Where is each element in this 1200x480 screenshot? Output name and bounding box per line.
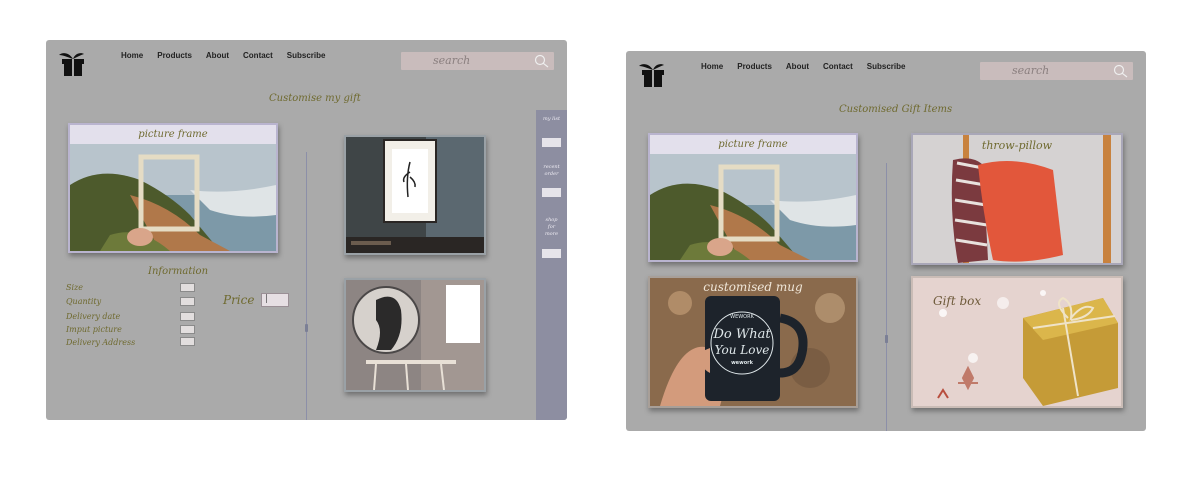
delivery-address-label: Delivery Address (66, 338, 136, 347)
information-heading: Information (148, 266, 209, 277)
resize-handle-secondary[interactable] (885, 335, 888, 343)
wall-frame-card[interactable] (344, 135, 486, 255)
gift-logo-icon[interactable] (637, 61, 667, 87)
throw-pillow-card[interactable]: throw-pillow (911, 133, 1123, 265)
search-icon[interactable] (1113, 64, 1129, 78)
throw-pillow-label: throw-pillow (981, 139, 1053, 152)
nav-home[interactable]: Home (121, 51, 143, 60)
throw-pillow-image (913, 135, 1121, 263)
search-icon[interactable] (534, 54, 550, 68)
picture-frame-card[interactable]: picture frame (68, 123, 278, 253)
sidebar-shop-more-box[interactable] (542, 249, 561, 258)
search-placeholder: search (433, 54, 471, 67)
customised-mug-label: customised mug (703, 280, 803, 294)
nav-contact[interactable]: Contact (823, 62, 853, 71)
price-cursor: | (265, 294, 269, 304)
size-label: Size (66, 283, 83, 292)
cafe-portrait-card[interactable] (344, 278, 486, 392)
sidebar-shop-more[interactable]: shop for more (536, 217, 567, 238)
customise-gift-page: Home Products About Contact Subscribe se… (46, 40, 567, 420)
nav-products[interactable]: Products (737, 62, 772, 71)
quantity-label: Quantity (66, 297, 102, 306)
search-input[interactable]: search (980, 62, 1133, 80)
input-picture-label: Imput picture (66, 325, 122, 334)
page-title: Customise my gift (269, 93, 361, 104)
input-picture-field[interactable] (180, 325, 195, 334)
picture-frame-label: picture frame (650, 135, 856, 154)
sidebar-my-list[interactable]: my list (536, 116, 567, 123)
picture-frame-label: picture frame (70, 125, 276, 144)
customised-mug-card[interactable]: WEWORK Do What You Love wework customise… (648, 276, 858, 408)
sidebar-my-list-box[interactable] (542, 138, 561, 147)
nav-subscribe[interactable]: Subscribe (287, 51, 326, 60)
resize-handle[interactable] (305, 324, 308, 332)
nav-about[interactable]: About (786, 62, 809, 71)
delivery-address-field[interactable] (180, 337, 195, 346)
main-nav: Home Products About Contact Subscribe (121, 51, 325, 60)
size-field[interactable] (180, 283, 195, 292)
gift-box-card[interactable]: Gift box (911, 276, 1123, 408)
customised-mug-image: WEWORK Do What You Love wework (650, 278, 856, 406)
gift-logo-icon[interactable] (57, 50, 87, 76)
nav-home[interactable]: Home (701, 62, 723, 71)
picture-frame-card[interactable]: picture frame (648, 133, 858, 262)
nav-subscribe[interactable]: Subscribe (867, 62, 906, 71)
delivery-date-label: Delivery date (66, 312, 121, 321)
search-placeholder: search (1012, 64, 1050, 77)
mug-brand-top: WEWORK (730, 314, 754, 320)
nav-products[interactable]: Products (157, 51, 192, 60)
page-title: Customised Gift Items (839, 104, 953, 115)
mug-line-1: Do What (712, 327, 771, 342)
nav-contact[interactable]: Contact (243, 51, 273, 60)
quantity-field[interactable] (180, 297, 195, 306)
sidebar-recent-order-box[interactable] (542, 188, 561, 197)
column-divider (886, 163, 887, 431)
mug-brand: wework (731, 360, 754, 366)
delivery-date-field[interactable] (180, 312, 195, 321)
nav-about[interactable]: About (206, 51, 229, 60)
search-input[interactable]: search (401, 52, 554, 70)
sidebar-recent-order[interactable]: recent order (536, 164, 567, 178)
price-field[interactable]: | (261, 293, 289, 307)
customised-gift-items-page: Home Products About Contact Subscribe se… (626, 51, 1146, 431)
cafe-portrait-image (346, 280, 484, 390)
main-nav: Home Products About Contact Subscribe (701, 62, 905, 71)
price-label: Price (223, 293, 255, 307)
gift-box-label: Gift box (933, 294, 982, 308)
mug-line-2: You Love (715, 343, 770, 357)
column-divider (306, 152, 307, 420)
wall-frame-image (346, 137, 484, 253)
sidebar: my list recent order shop for more (536, 110, 567, 420)
